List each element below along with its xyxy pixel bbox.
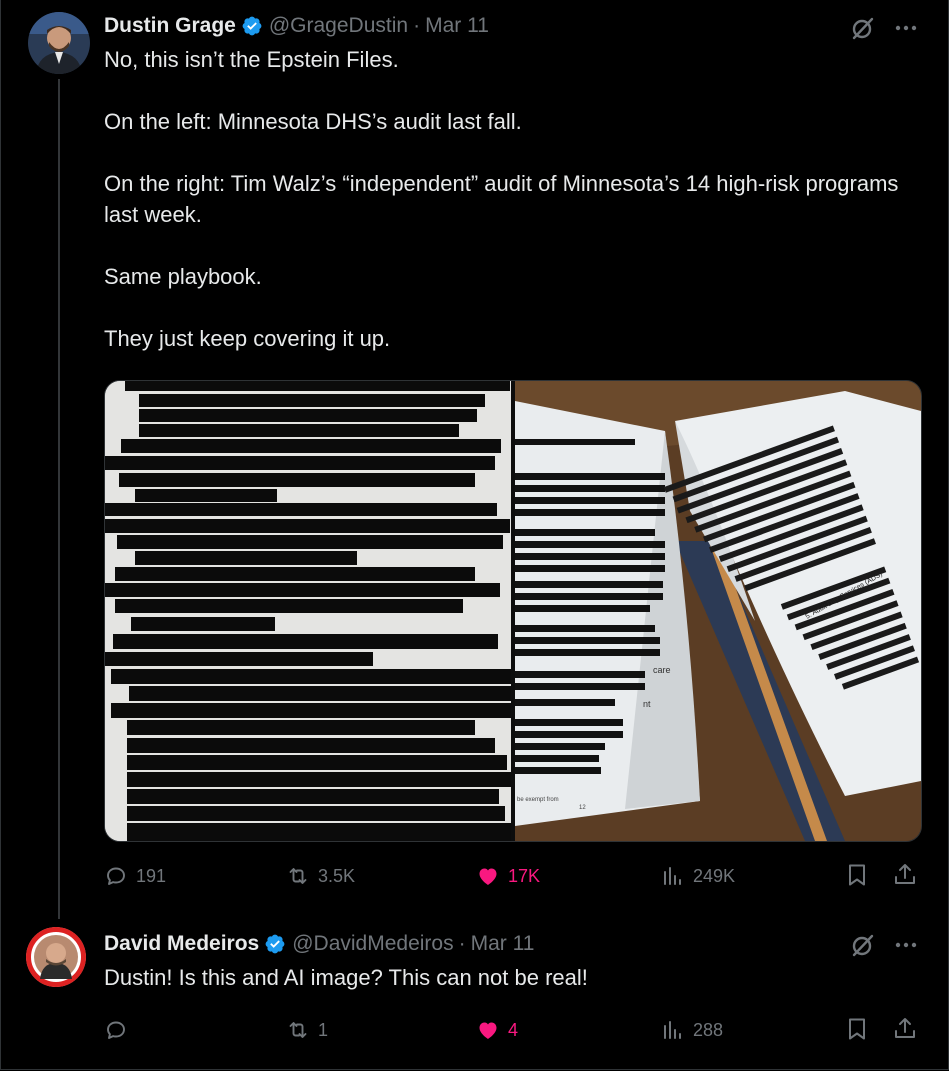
handle[interactable]: @DavidMedeiros bbox=[292, 932, 453, 956]
tweet-text: Dustin! Is this and AI image? This can n… bbox=[104, 962, 904, 993]
timestamp[interactable]: Mar 11 bbox=[425, 14, 489, 38]
tweet-actions: 1 4 288 bbox=[104, 1016, 920, 1044]
tweet-paragraph: Same playbook. bbox=[104, 264, 262, 289]
views-icon bbox=[664, 1021, 681, 1039]
tweet-paragraph: On the right: Tim Walz’s “independent” a… bbox=[104, 171, 899, 227]
repost-icon bbox=[289, 868, 307, 884]
views-icon bbox=[664, 867, 681, 885]
heart-icon bbox=[479, 1022, 497, 1039]
like-button[interactable]: 17K bbox=[476, 862, 540, 890]
tweet-paragraph: They just keep covering it up. bbox=[104, 326, 391, 351]
bookmark-icon[interactable] bbox=[844, 1016, 870, 1042]
repost-button[interactable]: 3.5K bbox=[286, 862, 355, 890]
tweet-media[interactable]: care nt 5. Adult Day Services (ADS) be e… bbox=[104, 380, 922, 842]
handle[interactable]: @GrageDustin bbox=[269, 14, 408, 38]
display-name[interactable]: David Medeiros bbox=[104, 932, 259, 956]
view-count: 288 bbox=[693, 1019, 724, 1040]
reply-button[interactable] bbox=[104, 1016, 136, 1044]
redacted-page-image bbox=[105, 381, 511, 841]
tweet-david-medeiros[interactable]: David Medeiros @DavidMedeiros · Mar 11 D… bbox=[0, 919, 949, 1069]
photo-caption: care bbox=[653, 665, 671, 675]
repost-count: 1 bbox=[318, 1019, 329, 1040]
tweet-paragraph: No, this isn’t the Epstein Files. bbox=[104, 47, 399, 72]
display-name[interactable]: Dustin Grage bbox=[104, 14, 236, 38]
share-icon[interactable] bbox=[892, 862, 918, 888]
tweet-text: No, this isn’t the Epstein Files. On the… bbox=[104, 44, 904, 354]
grok-icon[interactable] bbox=[850, 15, 876, 41]
separator: · bbox=[413, 14, 421, 37]
thread-line bbox=[58, 79, 60, 919]
tweet-header: Dustin Grage @GrageDustin · Mar 11 bbox=[104, 13, 489, 39]
more-icon[interactable] bbox=[894, 16, 918, 40]
bookmark-icon[interactable] bbox=[844, 862, 870, 888]
more-icon[interactable] bbox=[894, 933, 918, 957]
media-image-left[interactable] bbox=[105, 381, 511, 841]
like-count: 17K bbox=[508, 865, 541, 886]
view-count: 249K bbox=[693, 865, 736, 886]
tweet-paragraph: On the left: Minnesota DHS’s audit last … bbox=[104, 109, 522, 134]
redacted-report-photo: care nt 5. Adult Day Services (ADS) be e… bbox=[515, 381, 921, 841]
media-image-right[interactable]: care nt 5. Adult Day Services (ADS) be e… bbox=[515, 381, 921, 841]
repost-icon bbox=[289, 1022, 307, 1038]
views-button[interactable]: 249K bbox=[661, 862, 735, 890]
tweet-header: David Medeiros @DavidMedeiros · Mar 11 bbox=[104, 931, 534, 957]
tweet-paragraph: Dustin! Is this and AI image? This can n… bbox=[104, 965, 588, 990]
photo-caption: 12 bbox=[579, 805, 586, 811]
reply-count: 191 bbox=[136, 865, 167, 886]
views-button[interactable]: 288 bbox=[661, 1016, 723, 1044]
repost-button[interactable]: 1 bbox=[286, 1016, 328, 1044]
share-icon[interactable] bbox=[892, 1016, 918, 1042]
timestamp[interactable]: Mar 11 bbox=[471, 932, 535, 956]
verified-badge-icon bbox=[265, 934, 285, 954]
avatar[interactable] bbox=[26, 927, 86, 987]
grok-icon[interactable] bbox=[850, 932, 876, 958]
like-count: 4 bbox=[508, 1019, 519, 1040]
photo-caption: nt bbox=[643, 699, 651, 709]
avatar[interactable] bbox=[28, 12, 90, 74]
separator: · bbox=[458, 932, 466, 955]
heart-icon bbox=[479, 868, 497, 885]
reply-button[interactable]: 191 bbox=[104, 862, 166, 890]
tweet-dustin-grage[interactable]: Dustin Grage @GrageDustin · Mar 11 No, t… bbox=[0, 0, 949, 919]
reply-icon bbox=[107, 867, 125, 885]
tweet-actions: 191 3.5K 17K 249K bbox=[104, 862, 920, 890]
repost-count: 3.5K bbox=[318, 865, 356, 886]
photo-caption: be exempt from bbox=[517, 797, 559, 803]
verified-badge-icon bbox=[242, 16, 262, 36]
reply-icon bbox=[107, 1021, 125, 1039]
like-button[interactable]: 4 bbox=[476, 1016, 518, 1044]
